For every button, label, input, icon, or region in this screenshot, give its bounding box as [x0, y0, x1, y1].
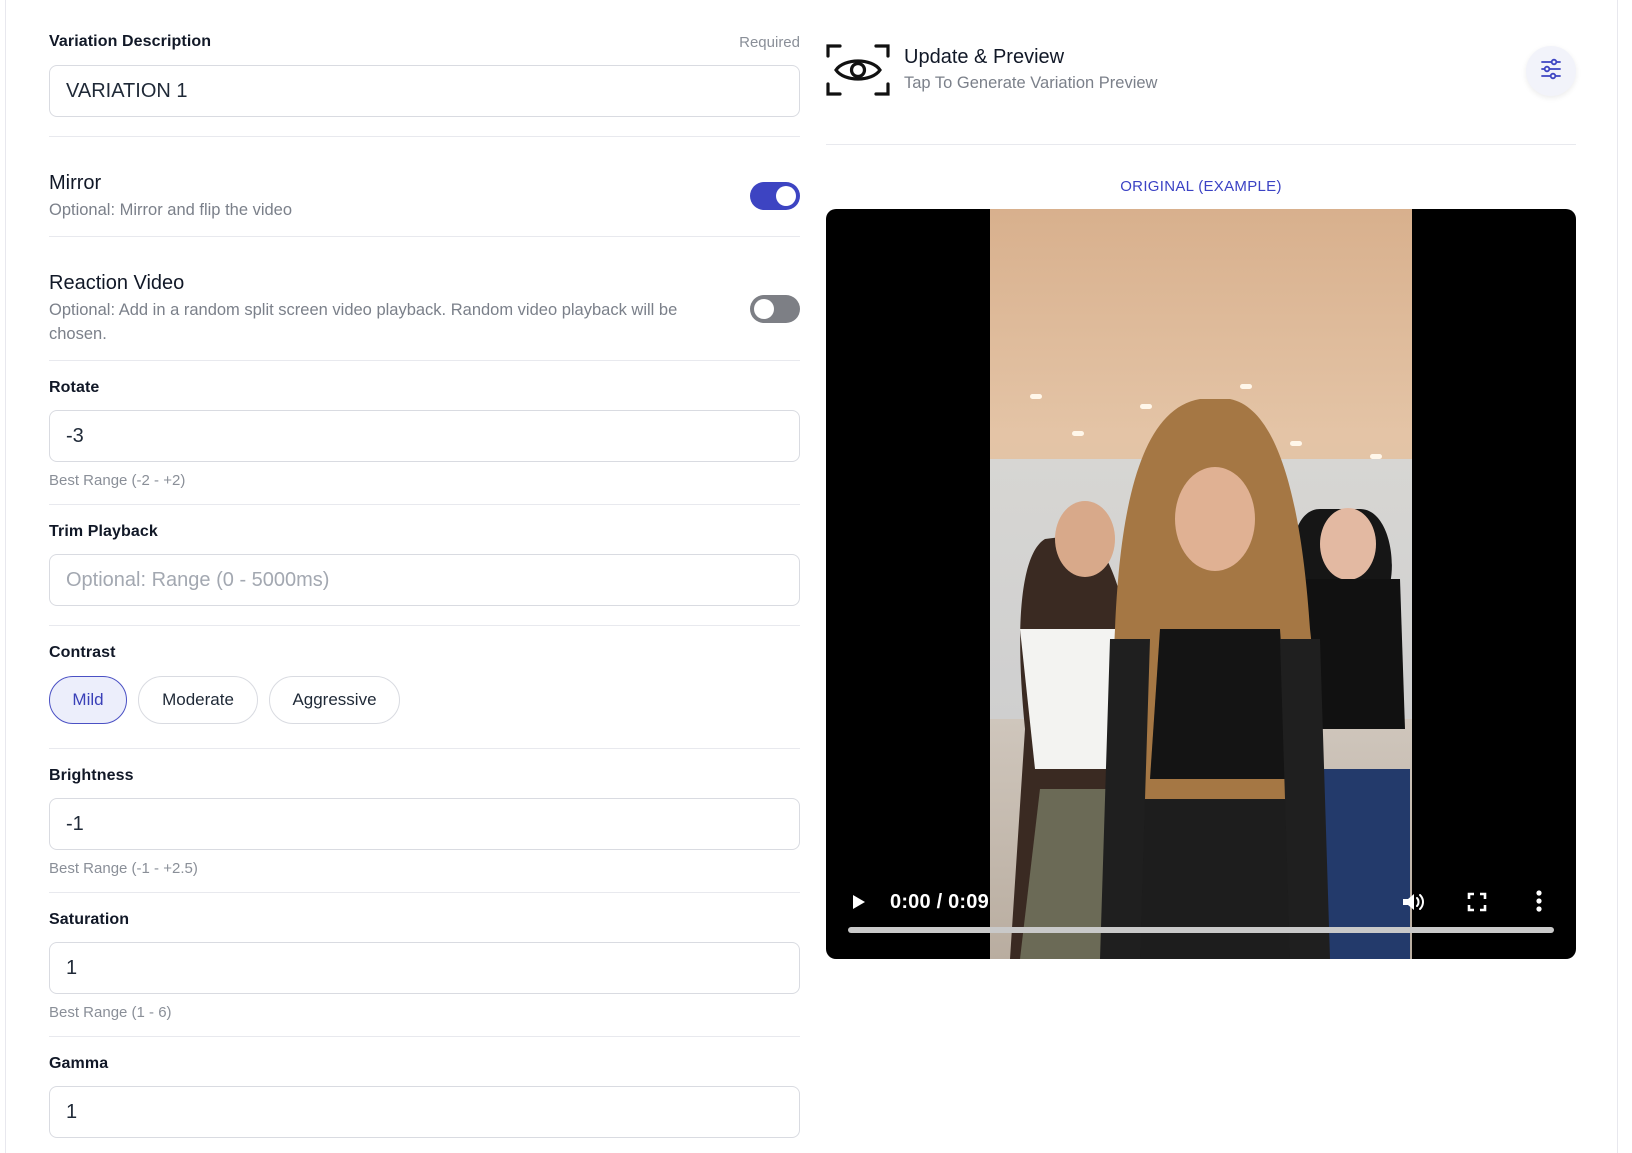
required-indicator: Required [739, 34, 800, 51]
rotate-label: Rotate [49, 379, 100, 396]
gamma-label: Gamma [49, 1055, 109, 1072]
brightness-input[interactable]: -1 [49, 798, 800, 850]
preview-subtitle: Tap To Generate Variation Preview [904, 74, 1158, 92]
reaction-video-toggle[interactable] [750, 295, 800, 323]
divider [49, 504, 800, 505]
divider [49, 360, 800, 361]
settings-button[interactable] [1526, 46, 1576, 96]
saturation-label: Saturation [49, 911, 130, 928]
contrast-option-mild[interactable]: Mild [49, 676, 127, 724]
divider [49, 1036, 800, 1037]
brightness-value: -1 [66, 812, 84, 835]
mirror-toggle[interactable] [750, 182, 800, 210]
variation-description-input[interactable]: VARIATION 1 [49, 65, 800, 117]
more-vertical-icon[interactable] [1535, 889, 1543, 918]
eye-scan-icon[interactable] [826, 42, 890, 98]
mirror-title: Mirror [49, 172, 102, 194]
original-example-label: ORIGINAL (EXAMPLE) [1120, 178, 1282, 195]
divider [49, 136, 800, 137]
trim-playback-input[interactable]: Optional: Range (0 - 5000ms) [49, 554, 800, 606]
mirror-subtitle: Optional: Mirror and flip the video [49, 201, 293, 219]
video-controls: 0:00 / 0:09 [826, 881, 1576, 921]
variation-description-value: VARIATION 1 [66, 79, 188, 102]
trim-playback-label: Trim Playback [49, 523, 158, 540]
video-frame [990, 209, 1412, 959]
sliders-icon [1539, 57, 1563, 86]
brightness-label: Brightness [49, 767, 134, 784]
rotate-input[interactable]: -3 [49, 410, 800, 462]
dancers-figure [1010, 399, 1410, 959]
rotate-value: -3 [66, 424, 84, 447]
contrast-option-moderate[interactable]: Moderate [138, 676, 258, 724]
saturation-value: 1 [66, 956, 78, 979]
divider [49, 892, 800, 893]
fullscreen-icon[interactable] [1466, 891, 1488, 918]
toggle-knob [754, 299, 774, 319]
gamma-input[interactable]: 1 [49, 1086, 800, 1138]
contrast-label: Contrast [49, 644, 116, 661]
reaction-video-title: Reaction Video [49, 272, 185, 294]
variation-description-label: Variation Description [49, 33, 212, 50]
preview-title[interactable]: Update & Preview [904, 46, 1064, 69]
volume-icon[interactable] [1400, 889, 1426, 920]
divider [49, 748, 800, 749]
divider [49, 625, 800, 626]
page-left-border [5, 0, 6, 1153]
video-time: 0:00 / 0:09 [890, 891, 989, 913]
gamma-value: 1 [66, 1100, 78, 1123]
play-icon[interactable] [848, 892, 868, 917]
saturation-hint: Best Range (1 - 6) [49, 1004, 172, 1021]
contrast-options: Mild Moderate Aggressive [49, 676, 800, 724]
divider [49, 236, 800, 237]
reaction-video-subtitle: Optional: Add in a random split screen v… [49, 301, 678, 343]
video-player[interactable]: 0:00 / 0:09 [826, 209, 1576, 959]
rotate-hint: Best Range (-2 - +2) [49, 472, 186, 489]
page-right-border [1617, 0, 1618, 1153]
contrast-option-aggressive[interactable]: Aggressive [269, 676, 400, 724]
brightness-hint: Best Range (-1 - +2.5) [49, 860, 198, 877]
divider [826, 144, 1576, 145]
trim-playback-placeholder: Optional: Range (0 - 5000ms) [66, 568, 330, 591]
saturation-input[interactable]: 1 [49, 942, 800, 994]
toggle-knob [776, 186, 796, 206]
video-progress-bar[interactable] [848, 927, 1554, 933]
